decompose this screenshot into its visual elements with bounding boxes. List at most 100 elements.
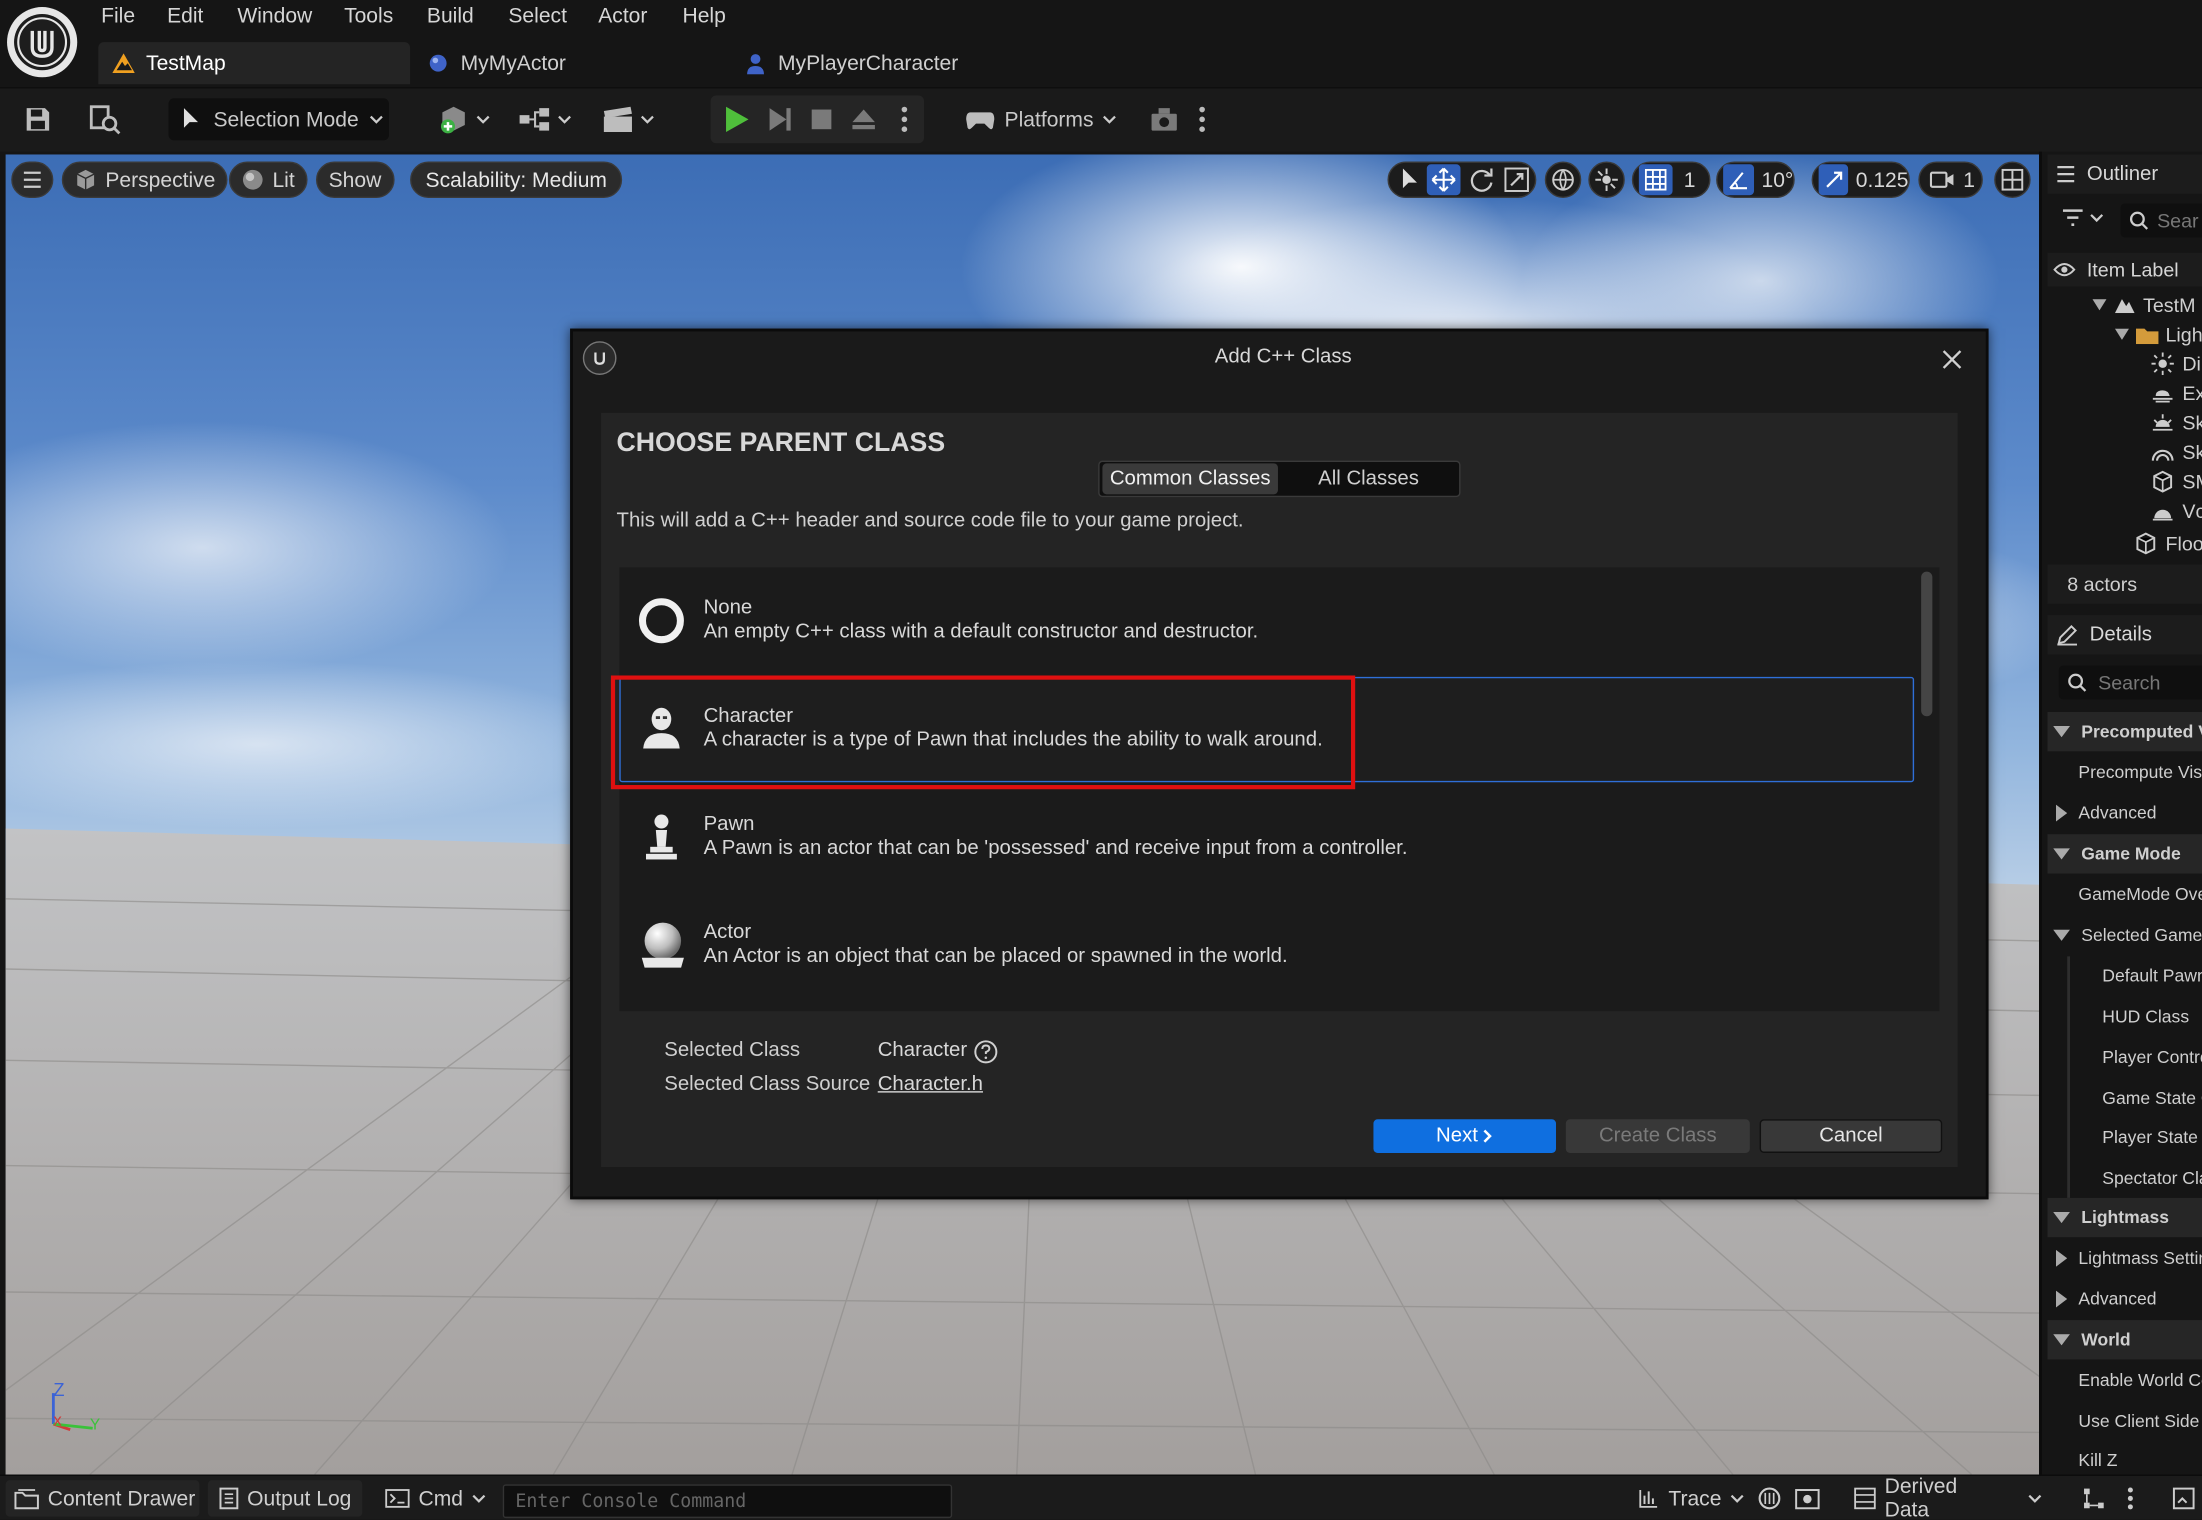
menu-build[interactable]: Build <box>427 4 474 28</box>
details-property[interactable]: GameMode Overr <box>2048 875 2202 914</box>
outliner-item-label: SM <box>2182 470 2202 493</box>
outliner-tab[interactable]: Outliner <box>2047 154 2202 194</box>
tab-all-classes[interactable]: All Classes <box>1281 463 1457 494</box>
show-button[interactable]: Show <box>315 161 394 199</box>
camera-speed-button[interactable]: 1 <box>1918 161 1983 199</box>
details-property[interactable]: Default Pawn <box>2048 956 2202 995</box>
play-icon[interactable] <box>716 98 755 140</box>
outliner-item-testmap[interactable]: TestM <box>2048 291 2202 319</box>
lit-button[interactable]: Lit <box>228 161 308 199</box>
next-button[interactable]: Next <box>1373 1119 1557 1153</box>
cmd-dropdown[interactable]: Cmd <box>374 1480 498 1517</box>
cinematics-button[interactable] <box>598 98 657 140</box>
details-property[interactable]: Player Contro <box>2048 1038 2202 1077</box>
details-property[interactable]: Precompute Visib <box>2048 753 2202 792</box>
blueprints-button[interactable] <box>517 98 573 140</box>
details-category[interactable]: Lightmass <box>2047 1197 2202 1238</box>
menu-edit[interactable]: Edit <box>167 4 203 28</box>
angle-snap-toggle[interactable]: 10° <box>1716 161 1795 199</box>
platforms-dropdown[interactable]: Platforms <box>961 98 1121 140</box>
menu-tools[interactable]: Tools <box>344 4 393 28</box>
details-subcategory[interactable]: Lightmass Settin <box>2048 1239 2202 1278</box>
tab-testmap[interactable]: TestMap <box>98 42 411 85</box>
play-options-kebab-icon[interactable] <box>890 98 918 140</box>
rotate-tool-icon[interactable] <box>1468 166 1496 194</box>
viewport-layout-icon[interactable] <box>1994 161 2031 199</box>
settings-camera-icon[interactable] <box>1143 98 1185 140</box>
statusbar-kebab-icon[interactable] <box>2126 1480 2146 1517</box>
create-class-button[interactable]: Create Class <box>1565 1119 1750 1153</box>
surface-snap-icon[interactable] <box>1588 161 1625 199</box>
revision-control-icon[interactable] <box>2171 1480 2202 1517</box>
outliner-item-static-mesh[interactable]: SM <box>2048 468 2202 496</box>
derived-data-dropdown[interactable]: Derived Data <box>1851 1475 2042 1519</box>
outliner-item-directional-light[interactable]: Di <box>2048 350 2202 378</box>
scale-tool-icon[interactable] <box>1503 166 1531 194</box>
trace-dropdown[interactable]: Trace <box>1629 1480 1744 1517</box>
cancel-button[interactable]: Cancel <box>1759 1119 1943 1153</box>
save-icon[interactable] <box>17 98 59 140</box>
viewport-menu-icon[interactable] <box>11 161 54 199</box>
details-category[interactable]: World <box>2047 1320 2202 1360</box>
details-property[interactable]: Player State C <box>2048 1118 2202 1157</box>
details-property[interactable]: Game State C <box>2048 1079 2202 1118</box>
menu-select[interactable]: Select <box>508 4 567 28</box>
outliner-item-lighting[interactable]: Ligh <box>2048 320 2202 348</box>
outliner-column-header[interactable]: Item Label <box>2047 252 2202 287</box>
outliner-item-volumetric-cloud[interactable]: Vc <box>2048 497 2202 525</box>
world-space-icon[interactable] <box>1544 161 1582 199</box>
perspective-button[interactable]: Perspective <box>61 161 229 199</box>
selection-mode-dropdown[interactable]: Selection Mode <box>168 98 390 141</box>
eject-icon[interactable] <box>844 98 883 140</box>
dialog-title: Add C++ Class <box>1214 345 1352 368</box>
details-search-input[interactable]: Search <box>2058 665 2202 700</box>
scale-snap-toggle[interactable]: 0.125 <box>1811 161 1910 199</box>
class-description: An empty C++ class with a default constr… <box>703 620 1259 644</box>
outliner-filter-button[interactable] <box>2062 208 2104 228</box>
list-scrollbar[interactable] <box>1921 571 1933 717</box>
details-category[interactable]: Precomputed Vis <box>2047 712 2202 752</box>
outliner-item-floor[interactable]: Floo <box>2048 528 2202 559</box>
details-property[interactable]: Enable World Co <box>2048 1361 2202 1400</box>
outliner-footer: 8 actors <box>2047 564 2202 604</box>
tab-myplayercharacter[interactable]: MyPlayerCharacter <box>744 42 958 84</box>
content-drawer-button[interactable]: Content Drawer <box>5 1480 200 1517</box>
content-browse-icon[interactable] <box>81 98 126 140</box>
close-icon[interactable] <box>1938 345 1966 373</box>
translate-tool-icon[interactable] <box>1426 164 1461 196</box>
menu-help[interactable]: Help <box>683 4 726 28</box>
outliner-item-sky-atmosphere[interactable]: Sk <box>2048 438 2202 466</box>
tab-common-classes[interactable]: Common Classes <box>1102 463 1278 495</box>
stop-icon[interactable] <box>802 98 841 140</box>
quick-add-button[interactable] <box>433 98 495 140</box>
grid-snap-toggle[interactable]: 1 <box>1631 161 1711 199</box>
details-subcategory[interactable]: Advanced <box>2048 793 2202 832</box>
details-subcategory[interactable]: Selected GameMo <box>2048 916 2202 955</box>
advance-frame-icon[interactable] <box>760 98 799 140</box>
outliner-search-input[interactable]: Sear <box>2120 203 2202 238</box>
console-command-input[interactable]: Enter Console Command <box>502 1484 953 1519</box>
source-control-icon[interactable] <box>2081 1480 2109 1517</box>
unreal-logo-icon[interactable] <box>7 7 78 78</box>
details-category[interactable]: Game Mode <box>2047 834 2202 874</box>
screenshot-icon[interactable] <box>1795 1480 1823 1517</box>
menu-file[interactable]: File <box>101 4 135 28</box>
select-tool-icon[interactable] <box>1396 166 1421 194</box>
record-icon[interactable] <box>1757 1480 1785 1517</box>
outliner-item-sky-light[interactable]: Sk <box>2048 409 2202 437</box>
outliner-item-exponential-fog[interactable]: Ex <box>2048 379 2202 407</box>
selected-source-link[interactable]: Character.h <box>878 1073 983 1095</box>
menu-window[interactable]: Window <box>237 4 312 28</box>
menu-actor[interactable]: Actor <box>598 4 647 28</box>
details-property[interactable]: Use Client Side L <box>2048 1402 2202 1441</box>
details-property[interactable]: Spectator Clas <box>2048 1159 2202 1198</box>
scalability-button[interactable]: Scalability: Medium <box>410 161 623 199</box>
output-log-button[interactable]: Output Log <box>207 1480 363 1517</box>
tab-mymyactor[interactable]: MyMyActor <box>427 42 566 84</box>
help-icon[interactable] <box>973 1039 998 1064</box>
details-tab[interactable]: Details <box>2047 615 2202 655</box>
details-subcategory[interactable]: Advanced <box>2048 1279 2202 1318</box>
toolbar-kebab-icon[interactable] <box>1191 98 1213 140</box>
chevron-down-icon <box>1102 114 1116 124</box>
details-property[interactable]: HUD Class <box>2048 997 2202 1036</box>
